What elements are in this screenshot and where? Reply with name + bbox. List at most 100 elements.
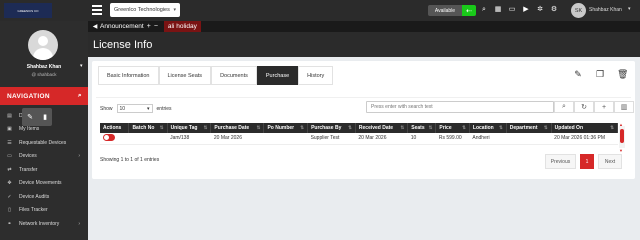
- row-actions-toggle[interactable]: [103, 133, 115, 141]
- sidebar-item[interactable]: ▯ Files Tracker: [0, 204, 88, 218]
- column-header[interactable]: Location ⇅: [469, 123, 507, 133]
- sort-icon[interactable]: ⇅: [401, 125, 405, 131]
- column-header[interactable]: Price ⇅: [435, 123, 470, 133]
- profile-name[interactable]: Shahbaz Khan: [0, 64, 88, 70]
- column-header[interactable]: Updated On ⇅: [551, 123, 619, 133]
- page-size-select[interactable]: 10 ▾: [116, 104, 153, 113]
- expand-icon[interactable]: +: [147, 23, 151, 30]
- grid-icon[interactable]: ▦: [494, 5, 502, 15]
- user-avatar[interactable]: SK: [571, 3, 586, 18]
- sort-icon[interactable]: ⇅: [160, 125, 164, 131]
- cell-price: Rs 599.00: [435, 133, 470, 145]
- columns-icon[interactable]: ▥: [614, 101, 634, 113]
- pencil-icon[interactable]: ✎: [573, 69, 583, 80]
- navigation-header: NAVIGATION ⌕: [0, 87, 88, 105]
- table-row[interactable]: Jam/138 20 Mar 2026 Supplier Test 20 Mar 20…: [100, 133, 618, 145]
- trash-icon[interactable]: 🗑: [617, 69, 628, 80]
- tab-basic-information[interactable]: Basic Information: [98, 66, 159, 85]
- sidebar-item-label: Device Audits: [19, 193, 50, 200]
- search-icon[interactable]: ⌕: [480, 5, 488, 15]
- cell-seats: 10: [407, 133, 436, 145]
- next-button[interactable]: Next: [598, 154, 622, 169]
- menu-toggle-icon[interactable]: [92, 5, 102, 15]
- sidebar-item[interactable]: ✥ Device Movements: [0, 177, 88, 191]
- sidebar: Shahbaz Khan ▾ @ shahback NAVIGATION ⌕ ▤…: [0, 21, 88, 240]
- network-icon: ⚭: [7, 220, 12, 227]
- column-header[interactable]: Purchase Date ⇅: [210, 123, 265, 133]
- chevron-down-icon[interactable]: ▾: [80, 63, 83, 69]
- chevron-down-icon[interactable]: ▾: [628, 6, 631, 12]
- sort-icon[interactable]: ⇅: [462, 125, 466, 131]
- sidebar-item-label: My Items: [19, 126, 40, 133]
- sidebar-item[interactable]: ☰ Requestable Devices: [0, 136, 88, 150]
- tab-history[interactable]: History: [298, 66, 334, 85]
- actions-cell: [100, 133, 129, 145]
- column-header[interactable]: Batch No ⇅: [128, 123, 168, 133]
- gear-icon[interactable]: ⚙: [550, 5, 558, 15]
- refresh-icon[interactable]: ↻: [574, 101, 594, 113]
- column-header[interactable]: Actions: [100, 123, 130, 133]
- table-tools: ⌕ ↻ + ▥: [554, 101, 634, 113]
- tab-documents[interactable]: Documents: [211, 66, 257, 85]
- calendar-icon[interactable]: ▭: [508, 5, 516, 15]
- sidebar-item[interactable]: ✓ Device Audits: [0, 190, 88, 204]
- user-name[interactable]: Shahbaz Khan: [589, 7, 622, 13]
- column-header-label: Unique Tag: [170, 125, 198, 131]
- column-header[interactable]: Purchase By ⇅: [307, 123, 356, 133]
- purchase-table-panel: Show 10 ▾ entries ⌕ ↻ + ▥ Actions Batch N…: [96, 97, 634, 177]
- column-header-label: Updated On: [554, 125, 584, 131]
- column-header-label: Batch No: [132, 125, 155, 131]
- sidebar-item[interactable]: ⚭ Network Inventory ›: [0, 217, 88, 231]
- announcement-label: Announcement: [100, 23, 144, 30]
- column-header[interactable]: Po Number ⇅: [263, 123, 309, 133]
- search-icon[interactable]: ⌕: [78, 92, 82, 100]
- cell-purchase-by: Supplier Test: [307, 133, 356, 145]
- cell-location: Andheri: [469, 133, 507, 145]
- video-icon[interactable]: ▶: [522, 5, 530, 15]
- sort-icon[interactable]: ⇅: [429, 125, 433, 131]
- copy-icon[interactable]: ❐: [595, 69, 605, 80]
- sort-icon[interactable]: ⇅: [348, 125, 352, 131]
- page-1-button[interactable]: 1: [580, 154, 594, 169]
- availability-toggle[interactable]: Available ⇠: [428, 5, 476, 16]
- add-icon[interactable]: +: [594, 101, 614, 113]
- page-size-control: Show 10 ▾ entries: [100, 104, 172, 113]
- search-icon[interactable]: ⌕: [554, 101, 574, 113]
- settings-icon[interactable]: ✲: [536, 5, 544, 15]
- profile-avatar[interactable]: [28, 30, 58, 60]
- column-header[interactable]: Department ⇅: [506, 123, 552, 133]
- organization-select[interactable]: Greenlco Technologies ▾: [110, 3, 180, 17]
- sort-icon[interactable]: ⇅: [499, 125, 503, 131]
- tab-purchase[interactable]: Purchase: [256, 66, 299, 85]
- column-header-label: Seats: [411, 125, 425, 131]
- arrow-left-icon[interactable]: ⇠: [462, 5, 476, 16]
- column-header-label: Actions: [103, 125, 122, 131]
- previous-button[interactable]: Previous: [545, 154, 576, 169]
- sort-icon[interactable]: ⇅: [610, 125, 614, 131]
- sort-icon[interactable]: ⇅: [544, 125, 548, 131]
- file-icon: ▯: [8, 207, 11, 214]
- sidebar-item[interactable]: ⇄ Transfer: [0, 163, 88, 177]
- sort-icon[interactable]: ⇅: [257, 125, 261, 131]
- company-logo[interactable]: GREENICS CO: [4, 3, 52, 18]
- sort-icon[interactable]: ⇅: [204, 125, 208, 131]
- logo-text: GREENICS CO: [17, 8, 39, 13]
- sort-icon[interactable]: ⇅: [300, 125, 304, 131]
- search-input[interactable]: [366, 101, 554, 113]
- tab-license-seats[interactable]: License Seats: [158, 66, 212, 85]
- column-header[interactable]: Seats ⇅: [407, 123, 437, 133]
- column-header[interactable]: Received Date ⇅: [355, 123, 409, 133]
- page-title: License Info: [93, 38, 153, 51]
- column-header-label: Po Number: [267, 125, 295, 131]
- column-header-label: Department: [509, 125, 538, 131]
- chevron-down-icon: ▾: [173, 7, 176, 13]
- license-card: Basic Information License Seats Documents P…: [92, 61, 635, 179]
- scrollbar-thumb[interactable]: [620, 129, 624, 143]
- vertical-scrollbar[interactable]: [619, 126, 625, 148]
- trash-icon[interactable]: ▮: [43, 113, 47, 121]
- pencil-icon[interactable]: ✎: [27, 113, 33, 121]
- sidebar-item[interactable]: ▭ Devices ›: [0, 150, 88, 164]
- scroll-down-icon[interactable]: ▼: [619, 148, 623, 153]
- collapse-icon[interactable]: −: [154, 23, 158, 30]
- column-header[interactable]: Unique Tag ⇅: [167, 123, 212, 133]
